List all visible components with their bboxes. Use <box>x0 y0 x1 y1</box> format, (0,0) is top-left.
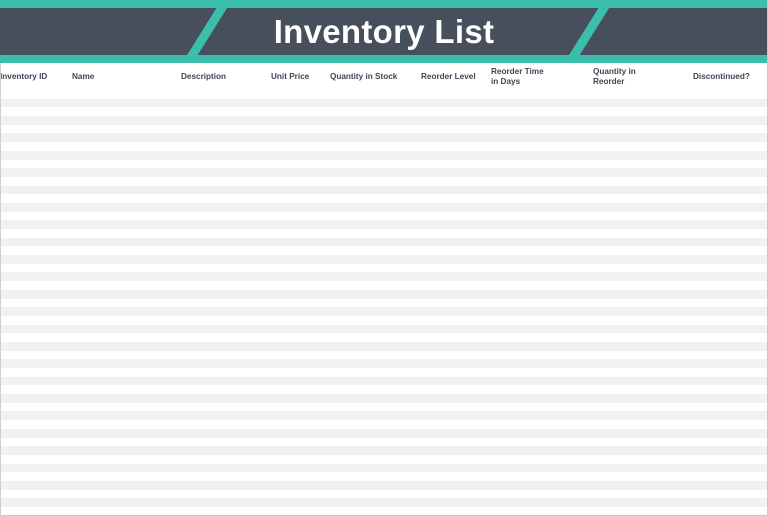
table-row[interactable] <box>1 263 767 273</box>
table-row[interactable] <box>1 368 767 377</box>
table-row[interactable] <box>1 220 767 229</box>
table-row[interactable] <box>1 116 767 125</box>
table-row[interactable] <box>1 185 767 195</box>
column-header[interactable]: Reorder Time in Days <box>491 63 589 90</box>
column-header[interactable]: Name <box>72 63 177 90</box>
table-row[interactable] <box>1 463 767 473</box>
table-row[interactable] <box>1 272 767 282</box>
table-row[interactable] <box>1 237 767 247</box>
table-row[interactable] <box>1 307 767 316</box>
table-row[interactable] <box>1 411 767 421</box>
table-body[interactable] <box>0 90 767 515</box>
table-row[interactable] <box>1 246 767 256</box>
table-row[interactable] <box>1 437 767 447</box>
table-row[interactable] <box>1 289 767 299</box>
table-row[interactable] <box>1 255 767 264</box>
table-row[interactable] <box>1 168 767 177</box>
table-row[interactable] <box>1 394 767 403</box>
table-row[interactable] <box>1 498 767 507</box>
table-row[interactable] <box>1 446 767 455</box>
table-row[interactable] <box>1 298 767 308</box>
table-row[interactable] <box>1 281 767 290</box>
table-header-row: Inventory ID Name Description Unit Price Qua… <box>0 63 767 91</box>
table-row[interactable] <box>1 480 767 490</box>
table-row[interactable] <box>1 124 767 134</box>
table-row[interactable] <box>1 350 767 360</box>
column-header[interactable]: Quantity in Reorder <box>593 63 689 90</box>
table-row[interactable] <box>1 229 767 238</box>
table-row[interactable] <box>1 333 767 342</box>
column-header[interactable]: Description <box>181 63 269 90</box>
table-row[interactable] <box>1 98 767 108</box>
table-row[interactable] <box>1 385 767 395</box>
table-row[interactable] <box>1 194 767 203</box>
column-header[interactable]: Discontinued? <box>693 63 767 90</box>
column-header[interactable]: Inventory ID <box>0 63 70 90</box>
banner-bottom-rule <box>0 55 767 63</box>
table-row[interactable] <box>1 454 767 464</box>
table-row[interactable] <box>1 90 767 99</box>
table-row[interactable] <box>1 176 767 186</box>
table-row[interactable] <box>1 507 767 515</box>
table-row[interactable] <box>1 315 767 325</box>
table-row[interactable] <box>1 159 767 169</box>
page-banner: Inventory List <box>0 0 767 63</box>
column-header[interactable]: Unit Price <box>271 63 327 90</box>
table-row[interactable] <box>1 133 767 143</box>
column-header[interactable]: Reorder Level <box>421 63 487 90</box>
table-left-edge <box>0 63 1 515</box>
table-row[interactable] <box>1 150 767 160</box>
table-row[interactable] <box>1 489 767 499</box>
table-row[interactable] <box>1 341 767 351</box>
table-row[interactable] <box>1 359 767 368</box>
table-row[interactable] <box>1 472 767 481</box>
column-header[interactable]: Quantity in Stock <box>330 63 418 90</box>
inventory-list-page: Inventory List Inventory ID Name Descripti… <box>0 0 768 516</box>
table-row[interactable] <box>1 376 767 386</box>
table-row[interactable] <box>1 107 767 117</box>
table-row[interactable] <box>1 402 767 412</box>
table-row[interactable] <box>1 142 767 151</box>
page-title: Inventory List <box>273 12 495 50</box>
table-row[interactable] <box>1 420 767 429</box>
table-row[interactable] <box>1 324 767 334</box>
table-row[interactable] <box>1 202 767 212</box>
table-row[interactable] <box>1 211 767 221</box>
table-row[interactable] <box>1 428 767 438</box>
